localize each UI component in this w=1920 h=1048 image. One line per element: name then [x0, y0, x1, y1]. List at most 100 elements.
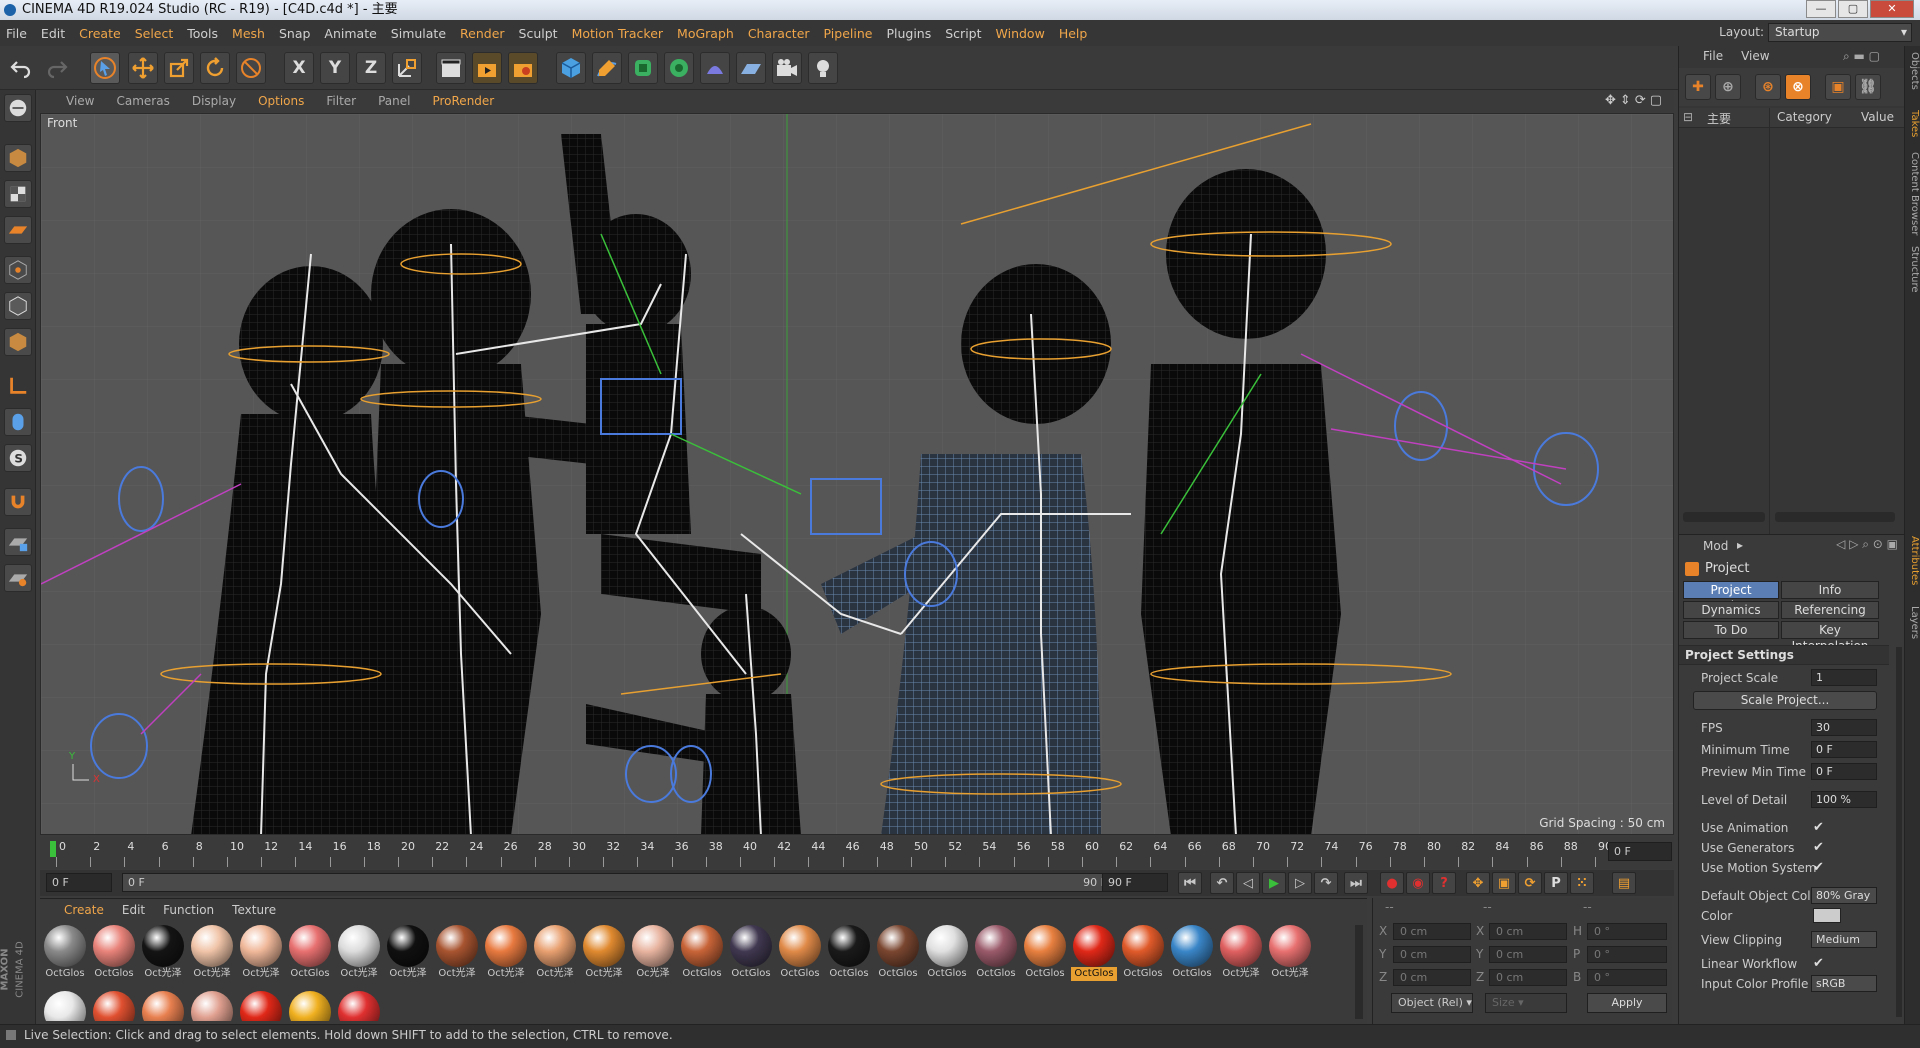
- render-view-button[interactable]: [436, 52, 466, 84]
- material-swatch[interactable]: OctGlos: [679, 925, 725, 983]
- light-button[interactable]: [808, 52, 838, 84]
- object-manager-tools-icon[interactable]: ⌕ ▬ ▢: [1843, 49, 1880, 64]
- tab-to-do[interactable]: To Do: [1683, 621, 1779, 639]
- minimum-time-field[interactable]: 0 F: [1811, 741, 1877, 758]
- lock-take-button[interactable]: ⛓: [1855, 74, 1881, 100]
- record-pla-button[interactable]: ⁙: [1570, 872, 1594, 894]
- points-mode-button[interactable]: [4, 256, 32, 284]
- material-swatch[interactable]: OctGlos: [875, 925, 921, 983]
- menu-pipeline[interactable]: Pipeline: [824, 26, 873, 41]
- tab-project-settings[interactable]: Project Settings: [1683, 581, 1779, 613]
- rot-b-field[interactable]: 0 °: [1587, 969, 1667, 986]
- color-swatch[interactable]: [1813, 908, 1841, 923]
- material-swatch[interactable]: Oct光泽: [385, 925, 431, 983]
- viewport-menu-prorender[interactable]: ProRender: [432, 94, 494, 108]
- project-scale-field[interactable]: 1: [1811, 669, 1877, 686]
- linear-workflow-checkbox[interactable]: ✔: [1813, 956, 1824, 971]
- menu-simulate[interactable]: Simulate: [391, 26, 446, 41]
- workplane-lock-button[interactable]: [4, 528, 32, 556]
- coordinate-mode-dropdown[interactable]: Object (Rel) ▾: [1391, 993, 1473, 1013]
- z-axis-lock[interactable]: Z: [356, 52, 386, 84]
- material-swatch[interactable]: Oct光泽: [434, 925, 480, 983]
- rot-h-field[interactable]: 0 °: [1587, 923, 1667, 940]
- edges-mode-button[interactable]: [4, 292, 32, 320]
- side-tab-layers[interactable]: Layers: [1906, 606, 1920, 639]
- render-to-picture-viewer-button[interactable]: [472, 52, 502, 84]
- add-take-button[interactable]: ✚: [1685, 74, 1711, 100]
- subdivision-surface-button[interactable]: [628, 52, 658, 84]
- playhead[interactable]: [50, 841, 56, 857]
- scale-tool[interactable]: [164, 52, 194, 84]
- tab-key-interpolation[interactable]: Key Interpolation: [1781, 621, 1879, 653]
- menu-edit[interactable]: Edit: [41, 26, 65, 41]
- menu-tools[interactable]: Tools: [187, 26, 218, 41]
- render-settings-button[interactable]: [508, 52, 538, 84]
- material-swatch[interactable]: OctGlos: [924, 925, 970, 983]
- material-swatch[interactable]: OctGlos: [1120, 925, 1166, 983]
- previous-key-button[interactable]: ↶: [1210, 872, 1234, 894]
- snap-button[interactable]: [4, 488, 32, 516]
- material-swatch[interactable]: Oct光泽: [189, 925, 235, 983]
- record-rotation-button[interactable]: ⟳: [1518, 872, 1542, 894]
- pos-x-field[interactable]: 0 cm: [1393, 923, 1471, 940]
- timeline-ruler[interactable]: 0 2 4 6 8 10 12 14 16 18 20 22 24 26 28 30 32 34 36 38 40 42 4…: [40, 837, 1674, 869]
- record-parameter-button[interactable]: P: [1544, 872, 1568, 894]
- viewport-nav-icons[interactable]: ✥⇕⟳▢: [1605, 93, 1666, 108]
- auto-take-button[interactable]: ⊛: [1755, 74, 1781, 100]
- material-swatch[interactable]: OctGlos: [1022, 925, 1068, 983]
- menu-motion-tracker[interactable]: Motion Tracker: [572, 26, 663, 41]
- clone-take-button[interactable]: ⊕: [1715, 74, 1741, 100]
- polygons-mode-button[interactable]: [4, 328, 32, 356]
- planar-workplane-button[interactable]: [4, 564, 32, 592]
- pen-spline-button[interactable]: [592, 52, 622, 84]
- objects-hscrollbar[interactable]: [1683, 512, 1765, 522]
- close-button[interactable]: ✕: [1870, 0, 1914, 18]
- x-axis-lock[interactable]: X: [284, 52, 314, 84]
- values-hscrollbar[interactable]: [1775, 512, 1895, 522]
- use-motion-system-checkbox[interactable]: ✔: [1813, 860, 1824, 875]
- autokey-button[interactable]: ◉: [1406, 872, 1430, 894]
- current-frame-field[interactable]: 0 F: [1608, 842, 1672, 861]
- workplane-mode-button[interactable]: [4, 216, 32, 244]
- material-swatch[interactable]: [42, 991, 88, 1021]
- menu-render[interactable]: Render: [460, 26, 505, 41]
- material-swatch[interactable]: OctGlos: [777, 925, 823, 983]
- coordinate-system-button[interactable]: [392, 52, 422, 84]
- start-frame-field[interactable]: 0 F: [46, 873, 112, 892]
- cloner-button[interactable]: [664, 52, 694, 84]
- end-frame-field[interactable]: 90 F: [1102, 873, 1168, 892]
- scale-project-button[interactable]: Scale Project...: [1693, 691, 1877, 710]
- material-swatch[interactable]: Oct光泽: [581, 925, 627, 983]
- material-swatch[interactable]: [287, 991, 333, 1021]
- material-swatch[interactable]: Oct光泽: [532, 925, 578, 983]
- tweak-mode-button[interactable]: [4, 408, 32, 436]
- use-generators-checkbox[interactable]: ✔: [1813, 840, 1824, 855]
- go-to-end-button[interactable]: ⏭: [1344, 872, 1368, 894]
- cube-button[interactable]: [556, 52, 586, 84]
- menu-mograph[interactable]: MoGraph: [677, 26, 734, 41]
- view-clipping-dropdown[interactable]: Medium: [1811, 931, 1877, 948]
- model-mode-button[interactable]: [4, 144, 32, 172]
- rot-p-field[interactable]: 0 °: [1587, 946, 1667, 963]
- preview-range-slider[interactable]: 0 F 90 F: [122, 873, 1122, 892]
- scale-y-field[interactable]: 0 cm: [1489, 946, 1567, 963]
- minimize-button[interactable]: —: [1806, 0, 1836, 18]
- pos-z-field[interactable]: 0 cm: [1393, 969, 1471, 986]
- material-swatch[interactable]: [140, 991, 186, 1021]
- material-swatch[interactable]: [91, 991, 137, 1021]
- texture-mode-button[interactable]: [4, 180, 32, 208]
- menu-script[interactable]: Script: [945, 26, 981, 41]
- material-swatch[interactable]: OctGlos: [973, 925, 1019, 983]
- material-menu-function[interactable]: Function: [163, 903, 214, 917]
- viewport-menu-filter[interactable]: Filter: [326, 94, 356, 108]
- material-swatch[interactable]: Oct光泽: [238, 925, 284, 983]
- menu-mesh[interactable]: Mesh: [232, 26, 265, 41]
- material-menu-texture[interactable]: Texture: [232, 903, 276, 917]
- enable-axis-button[interactable]: [4, 372, 32, 400]
- undo-button[interactable]: [6, 52, 36, 84]
- size-mode-dropdown[interactable]: Size ▾: [1485, 993, 1567, 1013]
- material-swatch[interactable]: Oc光泽: [630, 925, 676, 983]
- apply-button[interactable]: Apply: [1587, 993, 1667, 1013]
- material-swatch[interactable]: OctGlos: [1071, 925, 1117, 983]
- tab-info[interactable]: Info: [1781, 581, 1879, 599]
